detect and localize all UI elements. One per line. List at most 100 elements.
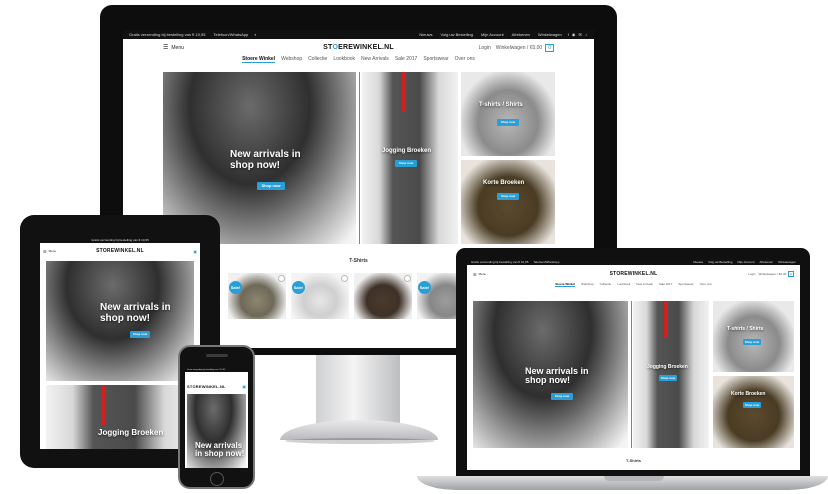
menu-icon[interactable]: ☰	[43, 249, 47, 254]
tablet-site: Gratis verzending bij bestelling van € 1…	[40, 237, 200, 449]
topbar-link-cart[interactable]: Winkelwagen	[538, 32, 562, 37]
hero-shop-button[interactable]: Shop now	[257, 182, 285, 190]
topbar-link-cart[interactable]: Winkelwagen	[778, 260, 796, 264]
menu-label[interactable]: Menu	[49, 249, 57, 253]
hero-banner[interactable]: New arrivals in shop now! Shop now	[473, 301, 628, 448]
cart-icon[interactable]: 0	[788, 271, 794, 277]
shorts-caption: Korte Broeken	[731, 391, 766, 397]
login-link[interactable]: Login	[479, 45, 491, 51]
drawstring-shape	[402, 72, 406, 112]
jogging-shop-button[interactable]: Shop now	[659, 375, 677, 381]
shorts-shop-button[interactable]: Shop now	[497, 193, 519, 200]
nav-item-collectie[interactable]: Collectie	[600, 282, 612, 287]
nav-item-new-arrivals[interactable]: New Arrivals	[361, 56, 389, 63]
nav-item-new-arrivals[interactable]: New Arrivals	[636, 282, 653, 287]
shorts-caption: Korte Broeken	[483, 180, 525, 186]
heart-icon[interactable]	[341, 275, 348, 282]
tshirt-shop-button[interactable]: Shop now	[743, 339, 761, 345]
phone-home-button[interactable]	[210, 472, 224, 486]
site-logo[interactable]: STOREWINKEL.NL	[610, 271, 658, 277]
nav-item-stoere-winkel[interactable]: Stoere Winkel	[242, 56, 276, 63]
jogging-banner[interactable]: Jogging Broeken Shop now	[362, 72, 458, 244]
nav-item-over-ons[interactable]: Over ons	[700, 282, 712, 287]
nav-item-sale[interactable]: Sale 2017	[395, 56, 418, 63]
cart-link[interactable]: Winkelwagen / €0,00	[758, 272, 786, 276]
cart-icon[interactable]: ▣	[242, 384, 246, 389]
nav-item-sale[interactable]: Sale 2017	[659, 282, 673, 287]
jogging-caption: Jogging Broeken	[647, 364, 688, 370]
hero-caption: New arrivals in shop now!	[195, 441, 245, 459]
divider	[359, 72, 360, 244]
jogging-banner[interactable]: Jogging Broeken Shop now	[633, 301, 709, 448]
hero-caption: New arrivals in shop now!	[525, 366, 589, 386]
social-icon[interactable]: f ◉ ✉ ♪	[568, 32, 588, 37]
nav-item-stoere-winkel[interactable]: Stoere Winkel	[555, 282, 576, 287]
laptop-notch	[604, 476, 664, 481]
cart-icon[interactable]: ▣	[193, 249, 197, 254]
tshirt-banner[interactable]: T-shirts / Shirts Shop now	[461, 72, 555, 156]
topbar-link-account[interactable]: Mijn Account	[481, 32, 504, 37]
menu-icon[interactable]: ☰	[473, 272, 477, 277]
cart-link[interactable]: Winkelwagen / €0,00	[496, 45, 542, 51]
jogging-banner[interactable]: Jogging Broeken	[46, 385, 194, 449]
laptop-header: ☰ Menu STOREWINKEL.NL Login Winkelwagen …	[467, 268, 800, 280]
shorts-banner[interactable]: Korte Broeken Shop now	[713, 376, 794, 448]
site-logo[interactable]: STOREWINKEL.NL	[187, 384, 226, 389]
tshirt-shop-button[interactable]: Shop now	[497, 119, 519, 126]
tablet-screen: Gratis verzending bij bestelling van € 1…	[40, 237, 200, 449]
tablet-header: ☰ Menu STOREWINKEL.NL ▣	[40, 245, 200, 257]
nav-item-webshop[interactable]: Webshop	[581, 282, 594, 287]
shorts-banner[interactable]: Korte Broeken Shop now	[461, 160, 555, 244]
nav-item-sportswear[interactable]: Sportswear	[678, 282, 693, 287]
topbar-link-news[interactable]: Nieuws	[693, 260, 703, 264]
topbar-promo: Gratis verzending bij bestelling van € 1…	[129, 32, 206, 37]
topbar-link-checkout[interactable]: Afrekenen	[512, 32, 530, 37]
hero-banner[interactable]: New arrivals in shop now! Shop now	[46, 261, 194, 381]
nav-item-webshop[interactable]: Webshop	[281, 56, 302, 63]
desktop-topbar: Gratis verzending bij bestelling van € 1…	[123, 30, 594, 39]
heart-icon[interactable]	[278, 275, 285, 282]
topbar-phone[interactable]: Telefoon/WhatsApp	[533, 260, 559, 264]
menu-icon[interactable]: ☰	[163, 44, 168, 51]
tshirt-banner[interactable]: T-shirts / Shirts Shop now	[713, 301, 794, 372]
nav-item-collectie[interactable]: Collectie	[308, 56, 327, 63]
site-logo[interactable]: STOEREWINKEL.NL	[323, 44, 394, 51]
desktop-nav: Stoere Winkel Webshop Collectie Lookbook…	[123, 56, 594, 63]
jogging-shop-button[interactable]: Shop now	[395, 160, 417, 167]
shorts-shop-button[interactable]: Shop now	[743, 402, 761, 408]
search-icon[interactable]: ⌕	[254, 32, 256, 37]
nav-item-sportswear[interactable]: Sportswear	[423, 56, 448, 63]
product-card[interactable]: Sale!	[228, 273, 286, 319]
nav-item-over-ons[interactable]: Over ons	[455, 56, 475, 63]
login-link[interactable]: Login	[748, 272, 755, 276]
hero-caption: New arrivals in shop now!	[230, 149, 301, 171]
product-card[interactable]: Sale!	[291, 273, 349, 319]
topbar-link-checkout[interactable]: Afrekenen	[759, 260, 773, 264]
phone-screen: Gratis verzending bij bestelling van € 1…	[185, 368, 248, 468]
heart-icon[interactable]	[404, 275, 411, 282]
topbar-link-account[interactable]: Mijn Account	[737, 260, 754, 264]
nav-item-lookbook[interactable]: Lookbook	[617, 282, 630, 287]
site-logo[interactable]: STOREWINKEL.NL	[96, 248, 144, 254]
jogging-caption: Jogging Broeken	[98, 428, 164, 437]
desktop-monitor-shadow	[285, 438, 435, 444]
menu-label[interactable]: Menu	[479, 272, 487, 276]
jogging-caption: Jogging Broeken	[382, 148, 432, 154]
topbar-link-track[interactable]: Volg uw Bestelling	[708, 260, 732, 264]
topbar-link-track[interactable]: Volg uw Bestelling	[441, 32, 473, 37]
topbar-link-news[interactable]: Nieuws	[419, 32, 432, 37]
laptop-topbar: Gratis verzending bij bestelling van € 1…	[467, 258, 800, 265]
cart-icon[interactable]: 0	[545, 43, 554, 52]
menu-label[interactable]: Menu	[171, 45, 184, 51]
laptop-nav: Stoere Winkel Webshop Collectie Lookbook…	[467, 282, 800, 287]
drawstring-shape	[664, 301, 668, 337]
section-title: T-Shirts	[626, 458, 641, 463]
phone-header: STOREWINKEL.NL ▣	[185, 382, 248, 390]
tshirt-caption: T-shirts / Shirts	[479, 102, 523, 108]
hero-shop-button[interactable]: Shop now	[130, 331, 150, 338]
product-card[interactable]	[354, 273, 412, 319]
hero-banner[interactable]: New arrivals in shop now!	[187, 394, 246, 468]
nav-item-lookbook[interactable]: Lookbook	[333, 56, 355, 63]
topbar-phone[interactable]: Telefoon/WhatsApp	[214, 32, 249, 37]
hero-shop-button[interactable]: Shop now	[551, 393, 573, 400]
